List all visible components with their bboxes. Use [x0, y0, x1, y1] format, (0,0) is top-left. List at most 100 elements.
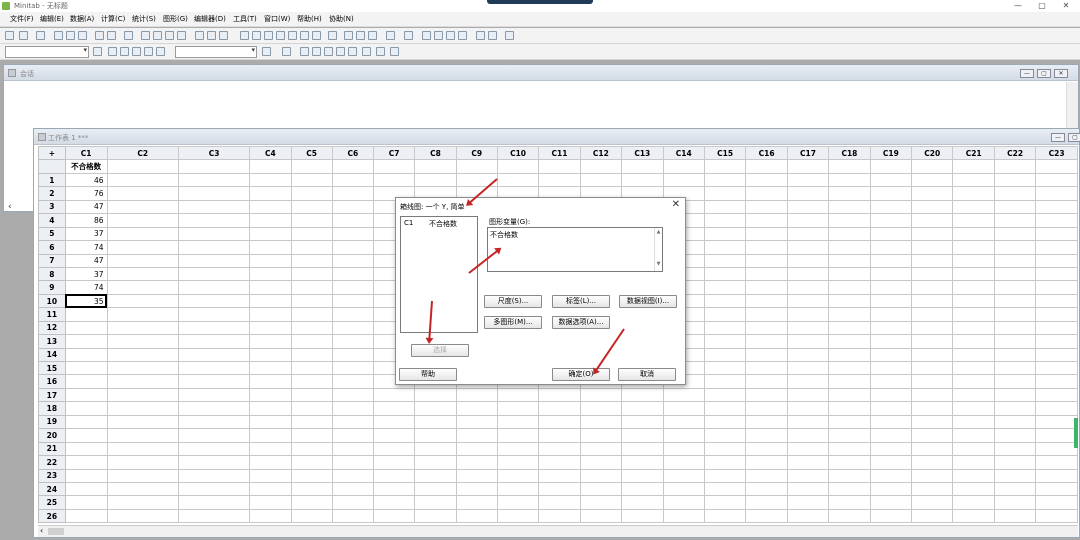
scale-button[interactable]: 尺度(S)... — [484, 295, 542, 308]
data-cell[interactable] — [331, 213, 375, 228]
data-cell[interactable] — [911, 199, 954, 215]
menu-assistant[interactable]: 协助(N) — [329, 14, 354, 24]
data-cell[interactable] — [106, 414, 179, 430]
data-cell[interactable] — [249, 455, 292, 470]
data-cell[interactable] — [496, 495, 540, 510]
minimize-window-button[interactable]: — — [1006, 0, 1030, 11]
data-cell[interactable] — [331, 199, 375, 215]
data-cell[interactable] — [911, 266, 954, 282]
data-cell[interactable] — [745, 293, 788, 309]
variable-column-name[interactable]: 不合格数 — [429, 219, 457, 229]
data-cell[interactable] — [106, 334, 179, 349]
row-header[interactable]: 14 — [38, 347, 66, 363]
data-cell[interactable] — [911, 280, 954, 295]
data-cell[interactable] — [538, 414, 581, 430]
column-header[interactable]: C16 — [745, 146, 788, 161]
data-cell[interactable] — [952, 481, 995, 497]
select-button[interactable]: 选择 — [411, 344, 469, 357]
data-cell[interactable] — [414, 468, 457, 483]
data-cell[interactable] — [745, 266, 788, 282]
data-cell[interactable] — [538, 401, 581, 416]
open-icon[interactable] — [5, 31, 14, 40]
data-cell[interactable] — [911, 172, 954, 188]
data-cell[interactable] — [414, 414, 457, 430]
column-header[interactable]: C15 — [703, 146, 747, 161]
data-cell[interactable] — [290, 481, 333, 497]
data-cell[interactable] — [290, 307, 333, 322]
data-cell[interactable] — [703, 387, 747, 403]
data-cell[interactable] — [993, 414, 1037, 430]
data-cell[interactable] — [869, 347, 913, 363]
data-cell[interactable] — [828, 186, 871, 201]
data-cell[interactable] — [911, 374, 954, 389]
data-cell[interactable] — [828, 455, 871, 470]
data-cell[interactable] — [579, 441, 623, 457]
redo-icon[interactable] — [107, 31, 116, 40]
data-cell[interactable] — [249, 226, 292, 242]
data-cell[interactable] — [414, 455, 457, 470]
column-header[interactable]: C17 — [786, 146, 830, 161]
data-cell[interactable] — [952, 441, 995, 457]
project-manager-icon[interactable] — [328, 31, 337, 40]
data-cell[interactable] — [177, 387, 251, 403]
row-header[interactable]: 9 — [38, 280, 66, 295]
data-cell[interactable] — [249, 347, 292, 363]
data-cell[interactable] — [745, 320, 788, 336]
data-cell[interactable] — [621, 441, 664, 457]
dot-plot-icon[interactable] — [458, 31, 467, 40]
data-cell[interactable] — [249, 334, 292, 349]
session-titlebar[interactable]: 会话 — ▢ ✕ — [4, 65, 1078, 81]
data-cell[interactable] — [331, 401, 375, 416]
data-cell[interactable] — [290, 213, 333, 228]
data-cell[interactable] — [703, 428, 747, 443]
data-cell[interactable] — [331, 172, 375, 188]
data-view-button[interactable]: 数据视图(I)... — [619, 295, 677, 308]
data-cell[interactable] — [828, 495, 871, 510]
data-cell[interactable] — [455, 495, 498, 510]
data-cell[interactable]: 76 — [64, 186, 108, 201]
row-header[interactable]: 10 — [38, 293, 66, 309]
data-cell[interactable] — [993, 347, 1037, 363]
data-cell[interactable] — [662, 508, 705, 524]
data-cell[interactable] — [106, 293, 179, 309]
data-cell[interactable] — [373, 401, 416, 416]
data-cell[interactable] — [496, 455, 540, 470]
data-cell[interactable] — [579, 508, 623, 524]
data-cell[interactable] — [745, 240, 788, 255]
data-cell[interactable] — [1035, 508, 1078, 524]
brush-icon[interactable] — [476, 31, 485, 40]
data-cell[interactable] — [869, 428, 913, 443]
data-cell[interactable] — [290, 293, 333, 309]
data-cell[interactable] — [911, 401, 954, 416]
dialog-close-button[interactable]: ✕ — [672, 199, 680, 210]
stop-icon[interactable] — [219, 31, 228, 40]
column-name-cell[interactable] — [455, 159, 498, 174]
data-cell[interactable] — [828, 199, 871, 215]
column-name-cell[interactable]: 不合格数 — [64, 159, 108, 174]
data-cell[interactable] — [745, 199, 788, 215]
data-cell[interactable] — [177, 441, 251, 457]
data-cell[interactable] — [869, 387, 913, 403]
data-cell[interactable] — [579, 495, 623, 510]
menu-calc[interactable]: 计算(C) — [101, 14, 125, 24]
maximize-window-button[interactable]: ▢ — [1030, 0, 1054, 11]
data-cell[interactable] — [952, 253, 995, 268]
column-name-cell[interactable] — [290, 159, 333, 174]
data-cell[interactable] — [993, 387, 1037, 403]
data-cell[interactable] — [993, 320, 1037, 336]
line-tool-icon[interactable] — [348, 47, 357, 56]
data-cell[interactable] — [952, 293, 995, 309]
menu-editor[interactable]: 编辑器(D) — [194, 14, 226, 24]
data-cell[interactable] — [290, 468, 333, 483]
data-cell[interactable] — [496, 441, 540, 457]
data-cell[interactable] — [290, 387, 333, 403]
data-cell[interactable] — [538, 495, 581, 510]
cancel-icon[interactable] — [195, 31, 204, 40]
data-cell[interactable] — [249, 468, 292, 483]
column-header[interactable]: C5 — [290, 146, 333, 161]
data-cell[interactable] — [177, 240, 251, 255]
data-cell[interactable] — [64, 401, 108, 416]
data-cell[interactable] — [911, 495, 954, 510]
column-header[interactable]: C8 — [414, 146, 457, 161]
session-maximize-button[interactable]: ▢ — [1037, 69, 1051, 78]
